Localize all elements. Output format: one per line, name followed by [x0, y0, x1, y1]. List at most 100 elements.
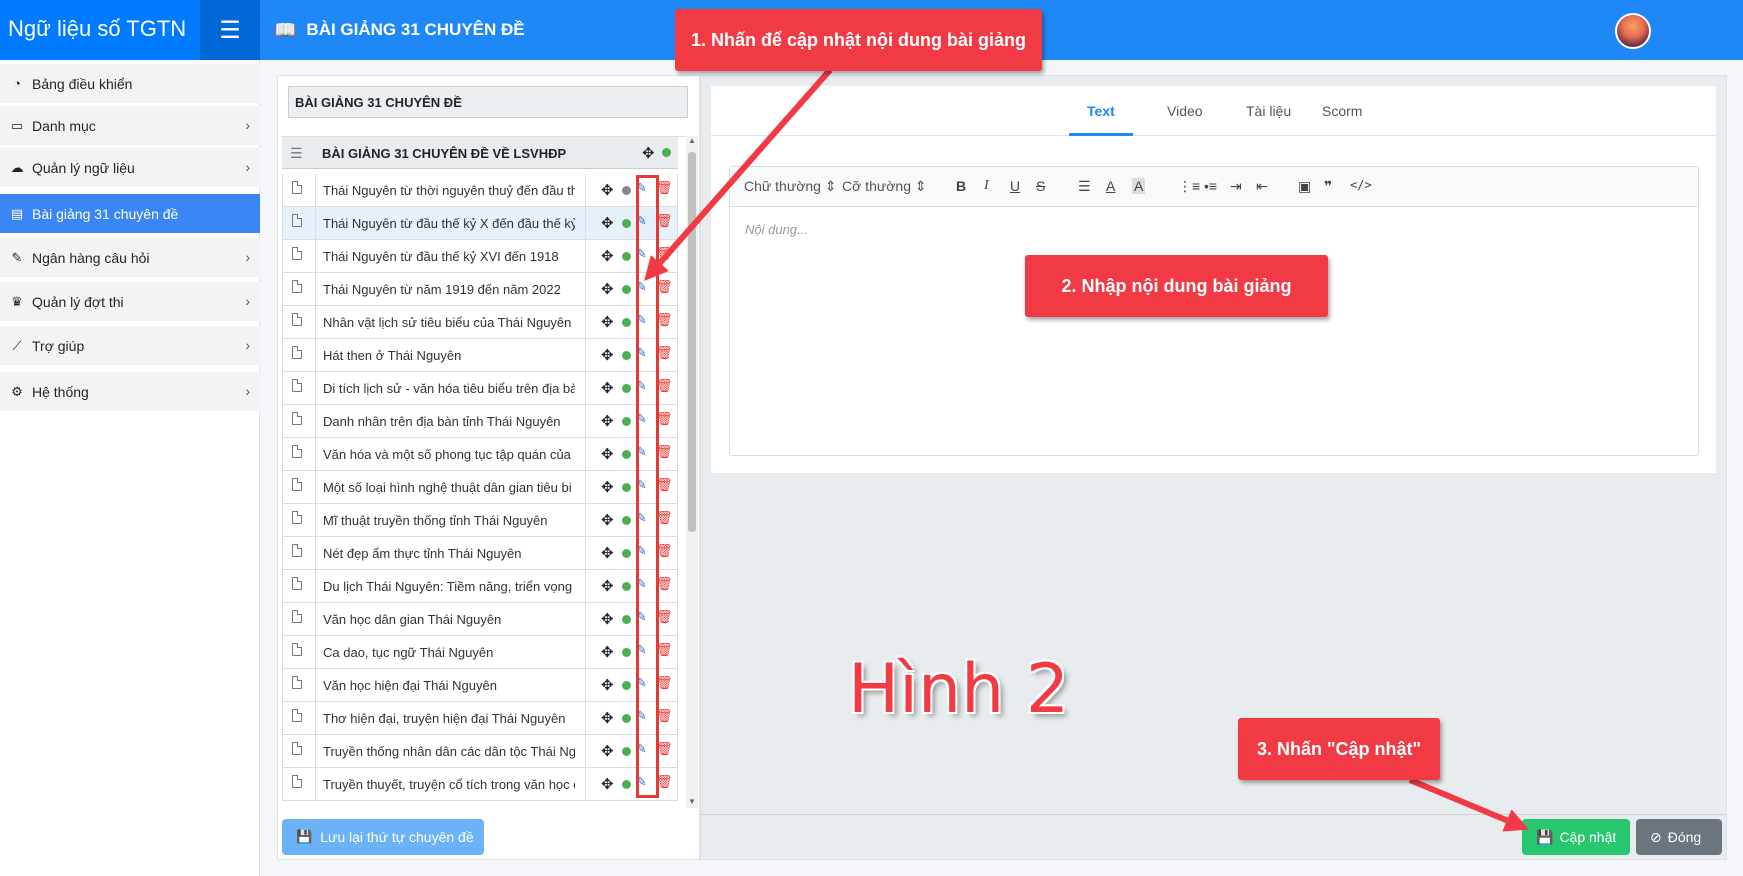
topic-row[interactable]: Văn học dân gian Thái Nguyên ✥ ✎ 🗑 [282, 603, 678, 636]
move-icon[interactable]: ✥ [601, 247, 614, 265]
hamburger-menu-icon[interactable]: ☰ [200, 0, 260, 60]
tab-text[interactable]: Text [1087, 103, 1115, 119]
column-divider [315, 273, 316, 306]
sidebar-item-7[interactable]: ⟋ Trợ giúp › [0, 326, 260, 365]
move-icon[interactable]: ✥ [642, 144, 655, 162]
ordered-list-icon[interactable]: ⋮≡ [1178, 178, 1200, 195]
document-icon [292, 280, 302, 293]
topic-row[interactable]: Thái Nguyên từ năm 1919 đến năm 2022 ✥ ✎ 🗑 [282, 273, 678, 306]
app-brand[interactable]: Ngữ liệu số TGTN [0, 0, 200, 60]
topic-row[interactable]: Thái Nguyên từ đầu thế kỷ XVI đến 1918 ✥ ✎… [282, 240, 678, 273]
move-icon[interactable]: ✥ [601, 676, 614, 694]
code-block-icon[interactable]: </> [1350, 178, 1372, 192]
close-button[interactable]: ⊘ Đóng [1636, 819, 1722, 855]
book-icon: 📖 [274, 19, 297, 40]
scroll-down-icon[interactable]: ▼ [688, 797, 696, 806]
move-icon[interactable]: ✥ [601, 412, 614, 430]
sidebar-item-4[interactable]: ▤ Bài giảng 31 chuyên đề [0, 194, 260, 233]
sidebar-item-8[interactable]: ⚙ Hệ thống › [0, 372, 260, 411]
move-icon[interactable]: ✥ [601, 709, 614, 727]
save-order-button[interactable]: 💾 Lưu lại thứ tự chuyên đề [282, 819, 484, 855]
topic-name: Văn học dân gian Thái Nguyên [323, 612, 502, 627]
topic-name: Truyền thống nhân dân các dân tộc Thái N… [323, 744, 575, 759]
move-icon[interactable]: ✥ [601, 280, 614, 298]
move-icon[interactable]: ✥ [601, 610, 614, 628]
topic-list-scrollbar[interactable]: ▲ ▼ [686, 136, 698, 808]
topic-row[interactable]: Văn hóa và một số phong tục tập quán của… [282, 438, 678, 471]
topic-row[interactable]: Ca dao, tục ngữ Thái Nguyên ✥ ✎ 🗑 [282, 636, 678, 669]
blockquote-icon[interactable]: ❞ [1324, 178, 1332, 195]
font-style-select[interactable]: Chữ thường ⇕ [744, 178, 837, 195]
sidebar-item-1[interactable]: ◔ Bảng điều khiển [0, 64, 260, 103]
background-color-icon[interactable]: A [1132, 178, 1146, 194]
topic-row[interactable]: Nét đẹp ẩm thực tỉnh Thái Nguyên ✥ ✎ 🗑 [282, 537, 678, 570]
document-icon [292, 379, 302, 392]
image-icon[interactable]: ▣ [1298, 178, 1311, 195]
document-icon [292, 247, 302, 260]
column-divider [585, 273, 586, 306]
font-size-select[interactable]: Cỡ thường ⇕ [842, 178, 927, 195]
bold-icon[interactable]: B [956, 178, 966, 194]
move-icon[interactable]: ✥ [601, 775, 614, 793]
move-icon[interactable]: ✥ [601, 544, 614, 562]
text-color-icon[interactable]: A [1106, 178, 1115, 194]
topic-name: Thái Nguyên từ đầu thế kỷ X đến đầu thế … [323, 216, 575, 231]
callout-step-1: 1. Nhấn để cập nhật nội dung bài giảng [675, 9, 1042, 71]
column-divider [585, 570, 586, 603]
scroll-up-icon[interactable]: ▲ [688, 136, 696, 145]
scrollbar-thumb[interactable] [688, 152, 696, 532]
strikethrough-icon[interactable]: S [1036, 178, 1045, 194]
topic-name: Mĩ thuật truyền thống tỉnh Thái Nguyên [323, 513, 548, 528]
italic-icon[interactable]: I [984, 178, 989, 194]
move-icon[interactable]: ✥ [601, 445, 614, 463]
move-icon[interactable]: ✥ [601, 577, 614, 595]
align-icon[interactable]: ☰ [1078, 178, 1091, 195]
update-button[interactable]: 💾 Cập nhật [1522, 819, 1630, 855]
topic-row[interactable]: Thái Nguyên từ thời nguyên thuỷ đến đầu … [282, 174, 678, 207]
topic-row[interactable]: Nhân vật lịch sử tiêu biểu của Thái Nguy… [282, 306, 678, 339]
status-dot-icon [622, 714, 631, 723]
bullet-list-icon[interactable]: •≡ [1204, 178, 1217, 194]
status-dot-icon [622, 615, 631, 624]
chevron-right-icon: › [245, 117, 250, 133]
topic-row[interactable]: Du lịch Thái Nguyên: Tiềm năng, triển vọ… [282, 570, 678, 603]
topic-row[interactable]: Danh nhân trên địa bàn tỉnh Thái Nguyên ✥… [282, 405, 678, 438]
sidebar-item-6[interactable]: ♛ Quản lý đợt thi › [0, 282, 260, 321]
sidebar-item-2[interactable]: ▭ Danh mục › [0, 106, 260, 145]
move-icon[interactable]: ✥ [601, 742, 614, 760]
topic-row[interactable]: Thái Nguyên từ đầu thế kỷ X đến đầu thế … [282, 207, 678, 240]
move-icon[interactable]: ✥ [601, 379, 614, 397]
content-placeholder[interactable]: Nội dung... [745, 222, 808, 237]
topic-row[interactable]: Truyền thuyết, truyện cổ tích trong văn … [282, 768, 678, 801]
topic-row[interactable]: Thơ hiện đại, truyện hiện đại Thái Nguyê… [282, 702, 678, 735]
column-divider [585, 207, 586, 240]
column-divider [585, 768, 586, 801]
status-dot-icon [622, 780, 631, 789]
move-icon[interactable]: ✥ [601, 346, 614, 364]
topic-row[interactable]: Truyền thống nhân dân các dân tộc Thái N… [282, 735, 678, 768]
move-icon[interactable]: ✥ [601, 511, 614, 529]
topic-row[interactable]: Một số loại hình nghệ thuật dân gian tiê… [282, 471, 678, 504]
move-icon[interactable]: ✥ [601, 313, 614, 331]
tab-documents[interactable]: Tài liệu [1246, 103, 1291, 119]
sidebar-item-5[interactable]: ✎ Ngân hàng câu hỏi › [0, 238, 260, 277]
move-icon[interactable]: ✥ [601, 181, 614, 199]
topic-row[interactable]: Mĩ thuật truyền thống tỉnh Thái Nguyên ✥ ✎… [282, 504, 678, 537]
course-title-field: BÀI GIẢNG 31 CHUYÊN ĐỀ [288, 86, 688, 118]
indent-icon[interactable]: ⇥ [1230, 178, 1242, 195]
underline-icon[interactable]: U [1010, 178, 1020, 194]
topic-row[interactable]: Hát then ở Thái Nguyên ✥ ✎ 🗑 [282, 339, 678, 372]
column-divider [585, 603, 586, 636]
sidebar-item-label: Quản lý ngữ liệu [32, 159, 135, 176]
outdent-icon[interactable]: ⇤ [1256, 178, 1268, 195]
tab-scorm[interactable]: Scorm [1322, 103, 1362, 119]
sidebar-item-3[interactable]: ☁ Quản lý ngữ liệu › [0, 148, 260, 187]
user-avatar[interactable] [1615, 13, 1651, 49]
tab-video[interactable]: Video [1167, 103, 1203, 119]
topic-row[interactable]: Di tích lịch sử - văn hóa tiêu biểu trên… [282, 372, 678, 405]
move-icon[interactable]: ✥ [601, 214, 614, 232]
floppy-disk-icon: 💾 [1536, 828, 1554, 845]
move-icon[interactable]: ✥ [601, 478, 614, 496]
topic-row[interactable]: Văn học hiện đại Thái Nguyên ✥ ✎ 🗑 [282, 669, 678, 702]
move-icon[interactable]: ✥ [601, 643, 614, 661]
